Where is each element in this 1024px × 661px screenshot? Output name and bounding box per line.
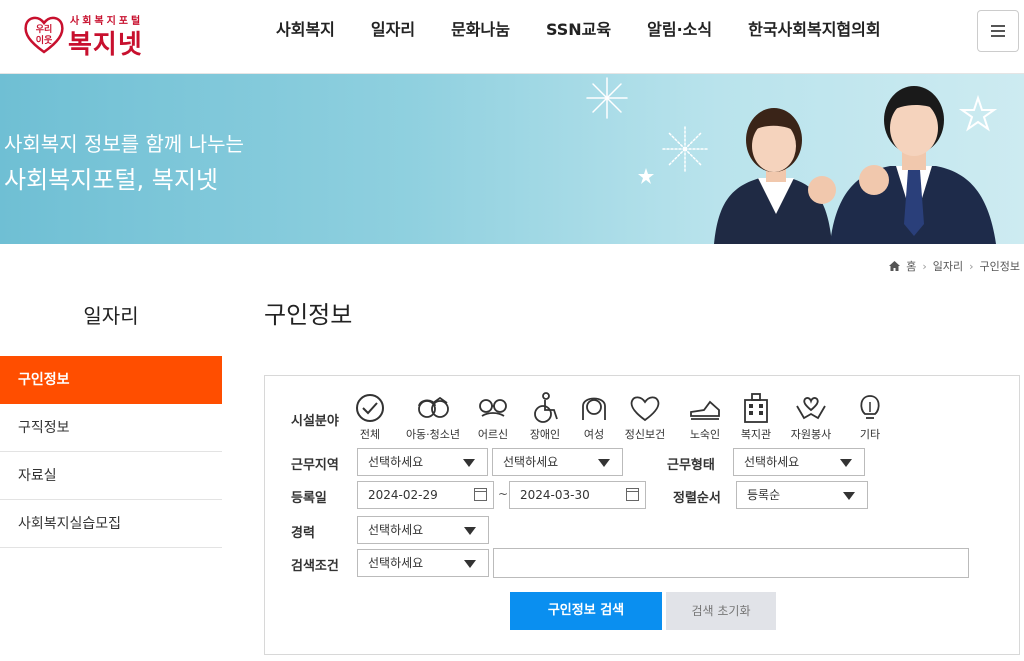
nav-notice[interactable]: 알림·소식 [629,0,730,60]
sort-label: 정렬순서 [673,491,721,506]
hands-heart-icon [796,397,826,420]
hero-banner: 사회복지 정보를 함께 나누는 사회복지포털, 복지넷 [0,74,1024,244]
sidebar-title: 일자리 [83,304,139,328]
page-title: 구인정보 [264,301,353,329]
site-logo[interactable]: 우리 이웃 사회복지포털 복지넷 [22,10,162,60]
svg-text:이웃: 이웃 [36,34,53,46]
dropdown-arrow-icon [843,492,855,500]
category-etc[interactable]: 기타 [845,392,895,442]
calendar-icon[interactable] [474,488,487,501]
banner-people-illustration [714,86,998,244]
category-all[interactable]: 전체 [345,392,395,442]
search-button[interactable]: 구인정보 검색 [510,592,662,630]
check-circle-icon [356,394,384,422]
sidebar-item-practicum[interactable]: 사회복지실습모집 [0,500,222,548]
nav-culture[interactable]: 문화나눔 [433,0,528,60]
chevron-right-icon: › [969,259,974,273]
category-elderly[interactable]: 어르신 [468,392,518,442]
hamburger-menu-button[interactable] [977,10,1019,52]
home-icon[interactable] [889,261,901,271]
region-province-select[interactable]: 선택하세요 [357,448,488,476]
woman-icon [582,397,606,420]
svg-text:우리: 우리 [36,23,53,35]
shoe-icon [690,400,720,420]
banner-line2: 사회복지포털, 복지넷 [4,166,218,194]
star-decoration-icon [638,168,654,184]
wheelchair-icon [534,392,558,423]
category-children[interactable]: 아동·청소년 [403,392,463,442]
region-label: 근무지역 [291,458,339,473]
date-label: 등록일 [291,491,327,506]
region-city-select[interactable]: 선택하세요 [492,448,623,476]
logo-title: 복지넷 [68,30,143,60]
keyword-input[interactable] [493,548,969,578]
breadcrumb: 홈 › 일자리 › 구인정보 [889,258,1020,274]
nav-ssn-education[interactable]: SSN교육 [528,0,629,60]
nav-council[interactable]: 한국사회복지협의회 [730,0,898,60]
dropdown-arrow-icon [464,560,476,568]
dropdown-arrow-icon [464,527,476,535]
nav-jobs[interactable]: 일자리 [353,0,433,60]
condition-label: 검색조건 [291,559,339,574]
reset-button[interactable]: 검색 초기화 [666,592,776,630]
worktype-select[interactable]: 선택하세요 [733,448,865,476]
sidebar-item-job-seekers[interactable]: 구직정보 [0,404,222,452]
dropdown-arrow-icon [463,459,475,467]
banner-line1: 사회복지 정보를 함께 나누는 [4,132,244,156]
facility-label: 시설분야 [291,414,339,429]
lightbulb-icon [860,395,880,419]
category-mental-health[interactable]: 정신보건 [620,392,670,442]
worktype-label: 근무형태 [667,458,715,473]
category-welfare-center[interactable]: 복지관 [731,392,781,442]
search-form: 시설분야 전체 아동·청소년 어르신 장애인 여성 정신보건 노숙인 복지관 자… [264,375,1020,655]
sidebar-menu: 구인정보 구직정보 자료실 사회복지실습모집 [0,356,222,548]
breadcrumb-home[interactable]: 홈 [906,258,916,274]
header: 우리 이웃 사회복지포털 복지넷 사회복지 일자리 문화나눔 SSN교육 알림·… [0,0,1024,74]
building-icon [744,393,768,423]
category-women[interactable]: 여성 [569,392,619,442]
date-to-input[interactable]: 2024-03-30 [509,481,646,509]
sidebar-item-resources[interactable]: 자료실 [0,452,222,500]
hamburger-icon [991,25,1005,27]
career-select[interactable]: 선택하세요 [357,516,489,544]
date-from-input[interactable]: 2024-02-29 [357,481,494,509]
firework-decoration-icon [662,126,708,172]
category-volunteer[interactable]: 자원봉사 [786,392,836,442]
breadcrumb-jobs[interactable]: 일자리 [933,258,963,274]
date-separator: ~ [498,487,509,501]
firework-decoration-icon [586,77,628,119]
category-disabled[interactable]: 장애인 [520,392,570,442]
main-nav: 사회복지 일자리 문화나눔 SSN교육 알림·소식 한국사회복지협의회 [258,0,899,60]
logo-heart-icon: 우리 이웃 [24,16,64,54]
chevron-right-icon: › [922,259,927,273]
dropdown-arrow-icon [840,459,852,467]
dropdown-arrow-icon [598,459,610,467]
children-icon [418,396,449,418]
calendar-icon[interactable] [626,488,639,501]
heart-icon [630,396,660,422]
nav-welfare[interactable]: 사회복지 [258,0,353,60]
sort-select[interactable]: 등록순 [736,481,868,509]
career-label: 경력 [291,526,315,541]
sidebar-item-job-offers[interactable]: 구인정보 [0,356,222,404]
category-homeless[interactable]: 노숙인 [680,392,730,442]
condition-select[interactable]: 선택하세요 [357,549,489,577]
breadcrumb-current: 구인정보 [979,260,1020,273]
elder-glasses-icon [479,399,507,417]
